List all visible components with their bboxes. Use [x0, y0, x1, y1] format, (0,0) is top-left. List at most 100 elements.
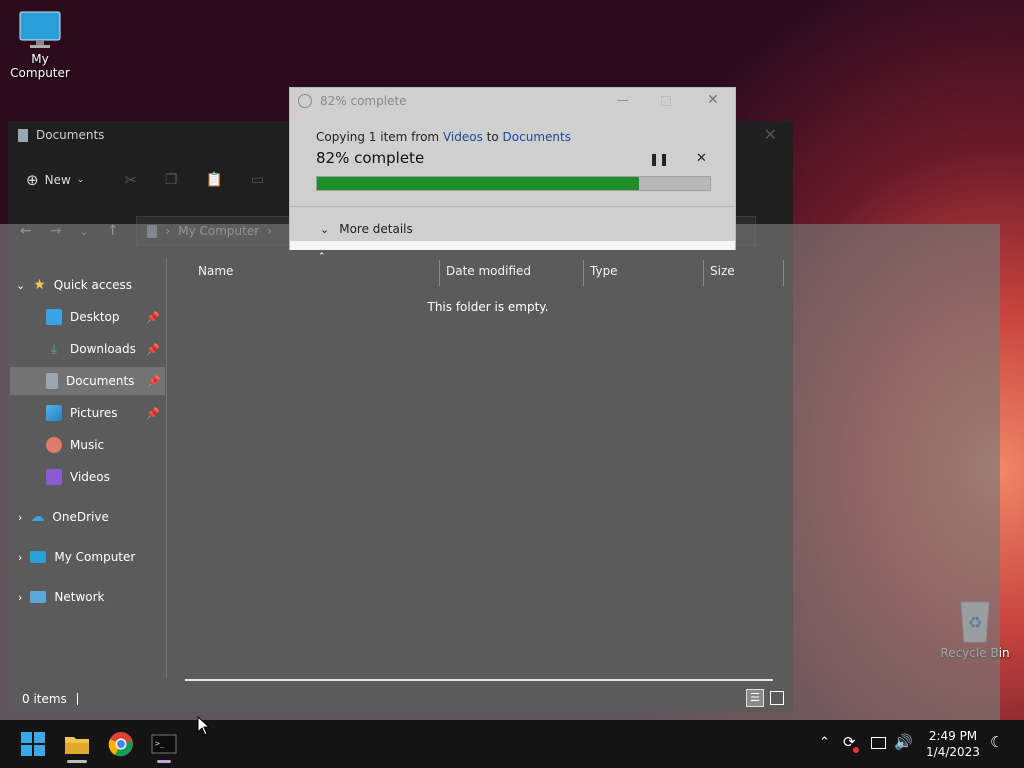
cancel-icon[interactable]: ✕: [696, 151, 707, 166]
sidebar-item-label: Downloads: [70, 342, 136, 356]
monitor-icon: [19, 11, 61, 48]
cut-icon[interactable]: ✂: [124, 171, 137, 189]
status-divider: [76, 693, 78, 705]
chevron-down-icon: ⌄: [16, 278, 26, 292]
chevron-down-icon: ⌄: [320, 222, 330, 236]
svg-text:♻: ♻: [968, 613, 982, 632]
videos-icon: [46, 469, 62, 485]
close-icon[interactable]: ✕: [707, 92, 719, 108]
desktop-icon-recycle-bin[interactable]: ♻ Recycle Bin: [935, 598, 1015, 660]
chevron-right-icon: ›: [165, 224, 171, 238]
column-header-date-modified[interactable]: Date modified: [446, 264, 531, 278]
column-header-type[interactable]: Type: [590, 264, 618, 278]
recent-locations-chevron-icon[interactable]: ⌄: [79, 225, 88, 238]
new-button-label: New: [44, 173, 71, 187]
sidebar-item-label: Music: [70, 438, 105, 452]
window-title: Documents: [36, 128, 105, 142]
file-explorer-taskbar-button[interactable]: [64, 731, 90, 763]
sidebar-item-network[interactable]: › Network: [18, 583, 105, 611]
large-icons-view-icon[interactable]: [770, 691, 784, 705]
mouse-cursor-icon: [197, 716, 211, 736]
show-hidden-icons-chevron-icon[interactable]: ⌃: [819, 735, 830, 750]
windows-logo-icon: [21, 732, 45, 756]
dialog-bottom-strip: [290, 241, 735, 250]
maximize-icon: [661, 96, 671, 106]
chevron-right-icon: ›: [18, 510, 23, 524]
pause-icon[interactable]: ❚❚: [649, 152, 669, 166]
star-icon: ★: [33, 277, 46, 293]
sidebar-item-label: Videos: [70, 470, 110, 484]
sidebar-item-documents[interactable]: Documents 📌: [10, 367, 165, 395]
more-details-toggle[interactable]: ⌄ More details: [320, 222, 413, 236]
horizontal-scrollbar[interactable]: [185, 679, 773, 681]
sort-chevron-up-icon: ⌃: [318, 252, 326, 262]
plus-circle-icon: ⊕: [26, 171, 39, 189]
chevron-down-icon: ⌄: [76, 175, 85, 185]
sync-error-dot: [853, 747, 859, 753]
sidebar-item-videos[interactable]: Videos: [46, 463, 110, 491]
column-divider[interactable]: [439, 260, 440, 286]
new-button[interactable]: ⊕ New ⌄: [26, 171, 84, 189]
terminal-icon: >_: [151, 734, 177, 754]
clock[interactable]: 2:49 PM 1/4/2023: [920, 728, 986, 760]
monitor-icon: [30, 551, 47, 563]
active-indicator: [157, 760, 171, 763]
desktop-folder-icon: [46, 309, 62, 325]
file-list: ⌃ Name Date modified Type Size This fold…: [174, 248, 786, 688]
paste-icon[interactable]: 📋: [205, 172, 222, 188]
explorer-body: ⌄ ★ Quick access Desktop 📌 ⤓ Downloads 📌…: [8, 248, 793, 712]
source-folder-link[interactable]: Videos: [443, 130, 483, 144]
focus-assist-moon-icon[interactable]: ☾: [990, 733, 1003, 751]
column-header-size[interactable]: Size: [710, 264, 735, 278]
sidebar-item-downloads[interactable]: ⤓ Downloads 📌: [46, 335, 164, 363]
sidebar-item-onedrive[interactable]: › ☁ OneDrive: [18, 503, 109, 531]
copy-icon[interactable]: ❐: [165, 172, 178, 188]
breadcrumb-my-computer[interactable]: My Computer: [178, 224, 259, 238]
download-arrow-icon: ⤓: [50, 341, 58, 357]
chevron-right-icon: ›: [18, 550, 23, 564]
empty-folder-message: This folder is empty.: [427, 300, 549, 314]
copy-status-connector: to: [486, 130, 499, 144]
network-icon: [30, 591, 47, 603]
rename-icon[interactable]: ▭: [251, 172, 264, 188]
dialog-titlebar[interactable]: 82% complete: [298, 94, 407, 108]
sidebar-item-desktop[interactable]: Desktop 📌: [46, 303, 164, 331]
network-status-icon[interactable]: [871, 737, 886, 749]
item-count: 0 items: [22, 692, 67, 706]
sidebar-item-label: Desktop: [70, 310, 120, 324]
sidebar-item-label: OneDrive: [52, 510, 109, 524]
sidebar-item-pictures[interactable]: Pictures 📌: [46, 399, 164, 427]
chevron-right-icon: ›: [267, 224, 272, 238]
clock-time: 2:49 PM: [928, 729, 978, 743]
sidebar-item-my-computer[interactable]: › My Computer: [18, 543, 135, 571]
details-view-icon[interactable]: ☰: [746, 689, 764, 707]
column-divider[interactable]: [703, 260, 704, 286]
minimize-icon[interactable]: —: [617, 93, 629, 107]
column-divider[interactable]: [783, 260, 784, 286]
chrome-taskbar-button[interactable]: [108, 731, 134, 757]
column-header-name[interactable]: Name: [198, 264, 233, 278]
start-button[interactable]: [20, 731, 46, 757]
chrome-icon: [108, 732, 133, 757]
destination-folder-link[interactable]: Documents: [503, 130, 571, 144]
forward-arrow-icon[interactable]: →: [50, 223, 62, 239]
desktop-icon-my-computer[interactable]: My Computer: [0, 10, 80, 80]
sidebar-item-quick-access[interactable]: ⌄ ★ Quick access: [16, 271, 132, 299]
pin-icon[interactable]: 📌: [146, 311, 160, 324]
taskbar: >_ ⌃ ⟳ 🔊 2:49 PM 1/4/2023 ☾: [0, 720, 1024, 768]
document-icon: [18, 128, 28, 142]
pin-icon[interactable]: 📌: [147, 375, 161, 388]
terminal-taskbar-button[interactable]: >_: [151, 731, 177, 763]
volume-icon[interactable]: 🔊: [894, 733, 913, 751]
desktop-icon-label: My Computer: [10, 52, 70, 80]
copy-status-line: Copying 1 item from Videos to Documents: [316, 130, 571, 144]
pin-icon[interactable]: 📌: [146, 407, 160, 420]
pin-icon[interactable]: 📌: [146, 343, 160, 356]
close-icon[interactable]: ✕: [764, 125, 777, 144]
back-arrow-icon[interactable]: ←: [20, 223, 32, 239]
sidebar-item-label: Documents: [66, 374, 135, 388]
sidebar-divider: [166, 258, 167, 678]
sidebar-item-music[interactable]: Music: [46, 431, 104, 459]
column-divider[interactable]: [583, 260, 584, 286]
up-arrow-icon[interactable]: ↑: [107, 223, 119, 239]
